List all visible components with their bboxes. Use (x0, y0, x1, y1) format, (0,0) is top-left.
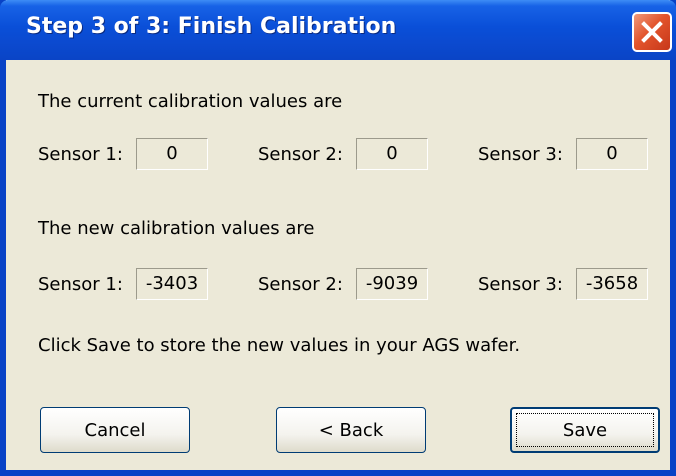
close-x-icon (641, 21, 663, 43)
new-values-heading: The new calibration values are (38, 218, 315, 239)
instruction-text: Click Save to store the new values in yo… (38, 335, 521, 356)
back-button-label: < Back (318, 419, 384, 441)
dialog-title: Step 3 of 3: Finish Calibration (26, 14, 397, 39)
new-sensor-2-label: Sensor 2: (258, 274, 343, 295)
title-bar[interactable]: Step 3 of 3: Finish Calibration (0, 0, 676, 60)
current-sensor-1-value: 0 (136, 138, 208, 170)
current-sensor-3-label: Sensor 3: (478, 144, 563, 165)
new-sensor-2-value: -9039 (356, 268, 428, 300)
new-sensor-3-value: -3658 (576, 268, 648, 300)
new-sensor-1-value: -3403 (136, 268, 208, 300)
calibration-dialog: Step 3 of 3: Finish Calibration The curr… (0, 0, 676, 476)
current-sensor-3-value: 0 (576, 138, 648, 170)
close-button[interactable] (632, 12, 672, 52)
cancel-button-label: Cancel (84, 419, 146, 441)
cancel-button[interactable]: Cancel (40, 407, 190, 453)
back-button[interactable]: < Back (276, 407, 426, 453)
current-sensor-2-label: Sensor 2: (258, 144, 343, 165)
new-sensor-3-label: Sensor 3: (478, 274, 563, 295)
save-button[interactable]: Save (510, 407, 660, 453)
new-sensor-1-label: Sensor 1: (38, 274, 123, 295)
focus-rectangle (516, 413, 654, 447)
dialog-body: The current calibration values are Senso… (6, 60, 670, 470)
current-values-heading: The current calibration values are (38, 91, 343, 112)
current-sensor-2-value: 0 (356, 138, 428, 170)
current-sensor-1-label: Sensor 1: (38, 144, 123, 165)
